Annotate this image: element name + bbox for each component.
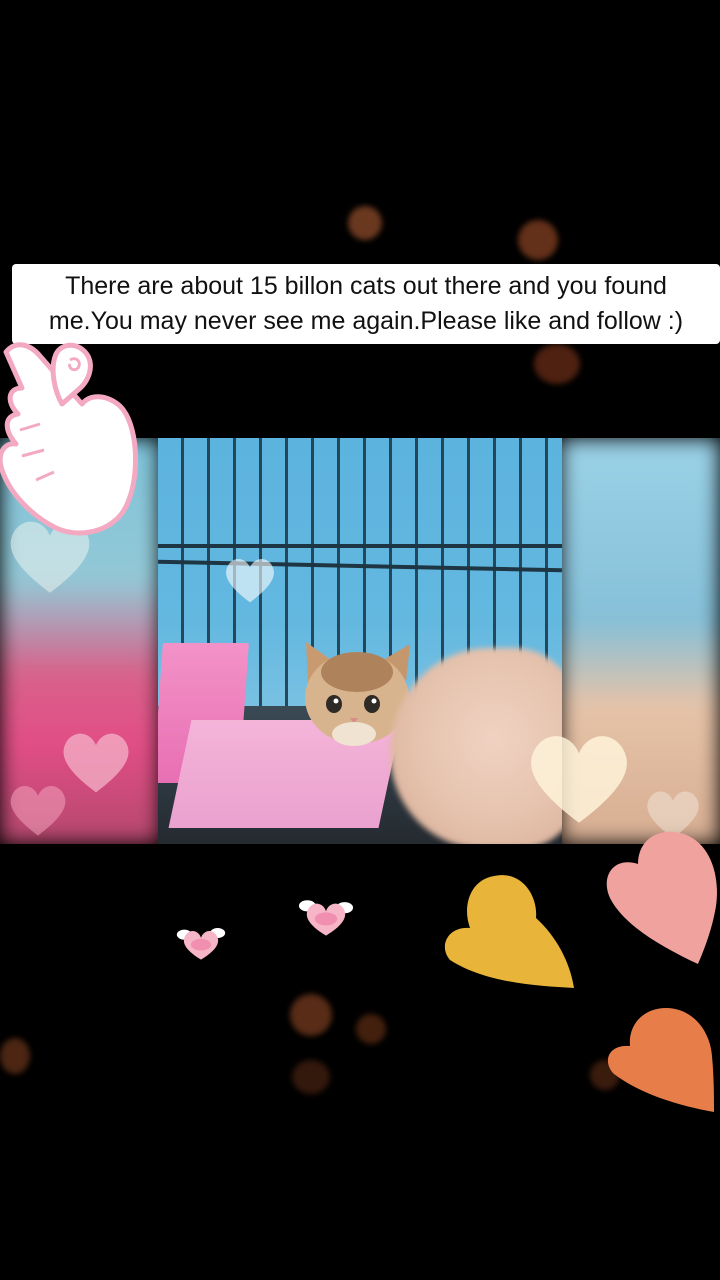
heart-yellow-icon [444,875,574,988]
bokeh-light [534,344,580,384]
bokeh-light [0,1038,30,1074]
winged-heart-icon [298,900,354,936]
bokeh-light [348,206,382,240]
finger-heart-icon [0,342,138,536]
heart-icon [10,786,66,836]
cage-bar [158,544,562,548]
bokeh-light [518,220,558,260]
winged-heart-icon [176,928,226,960]
video-frame [158,438,562,844]
bokeh-light [290,994,332,1036]
bokeh-light [292,1060,330,1094]
heart-orange-icon [607,1008,714,1112]
video-stage[interactable]: There are about 15 billon cats out there… [0,0,720,1280]
caption-line-1: There are about 15 billon cats out there… [65,272,667,300]
heart-icon [226,559,274,603]
heart-icon [531,736,627,823]
bokeh-light [356,1014,386,1044]
caption-text: There are about 15 billon cats out there… [49,269,683,339]
caption-line-2: me.You may never see me again.Please lik… [48,307,684,335]
video-caption: There are about 15 billon cats out there… [12,264,720,344]
heart-pink-icon [606,831,717,964]
